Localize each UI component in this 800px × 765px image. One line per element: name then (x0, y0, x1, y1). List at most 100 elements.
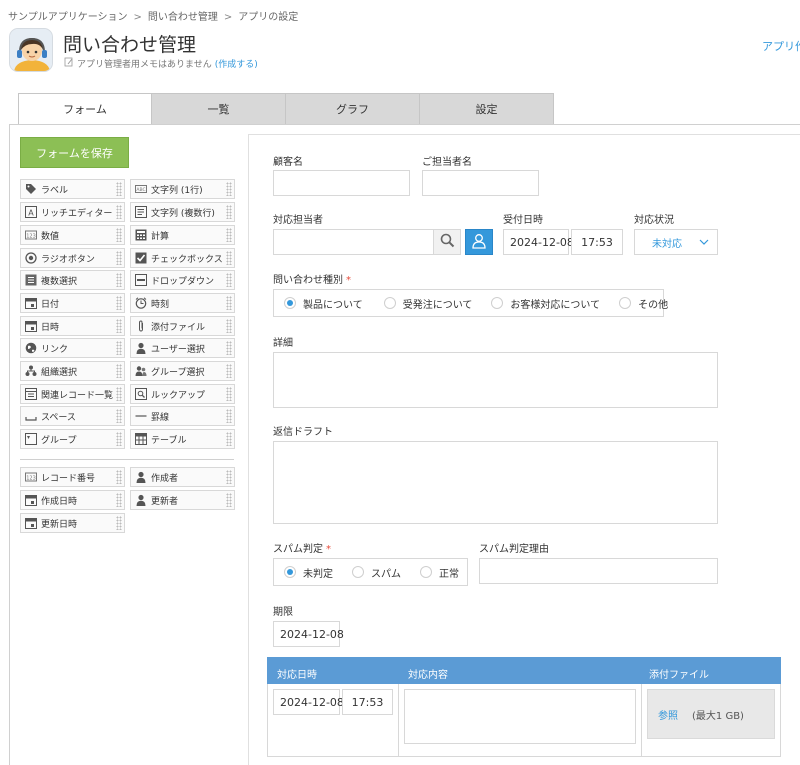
palette-item-creator[interactable]: 作成者 (130, 467, 235, 487)
drag-handle-icon[interactable] (226, 364, 232, 378)
palette-item-attachment[interactable]: 添付ファイル (130, 316, 235, 336)
contact-person-input[interactable] (422, 170, 539, 196)
details-textarea[interactable] (273, 352, 718, 408)
settings-tabs: フォーム 一覧 グラフ 設定 (18, 93, 554, 125)
palette-item-dropdown[interactable]: ドロップダウン (130, 270, 235, 290)
drag-handle-icon[interactable] (116, 364, 122, 378)
palette-item-related-records[interactable]: 関連レコード一覧 (20, 384, 125, 404)
palette-item-record-number[interactable]: 123 レコード番号 (20, 467, 125, 487)
palette-item-text-single[interactable]: ABC 文字列 (1行) (130, 179, 235, 199)
palette-item-time[interactable]: 時刻 (130, 293, 235, 313)
field-label-deadline: 期限 (273, 607, 293, 618)
user-icon (134, 342, 147, 355)
palette-item-number[interactable]: 123 数値 (20, 225, 125, 245)
radio-option-orders[interactable]: 受発注について (383, 296, 472, 311)
tab-list[interactable]: 一覧 (152, 93, 286, 125)
drag-handle-icon[interactable] (116, 432, 122, 446)
received-time-input[interactable]: 17:53 (571, 229, 623, 255)
memo-create-link[interactable]: (作成する) (215, 57, 258, 70)
select-user-button[interactable] (465, 229, 493, 255)
palette-item-org[interactable]: 組織選択 (20, 361, 125, 381)
palette-item-text: 更新者 (151, 496, 179, 507)
palette-item-space[interactable]: スペース (20, 406, 125, 426)
tab-settings[interactable]: 設定 (420, 93, 554, 125)
subtable-time-input[interactable]: 17:53 (342, 689, 393, 715)
drag-handle-icon[interactable] (226, 493, 232, 507)
drag-handle-icon[interactable] (226, 182, 232, 196)
palette-item-link[interactable]: リンク (20, 338, 125, 358)
palette-item-text-multi[interactable]: 文字列 (複数行) (130, 202, 235, 222)
palette-item-table[interactable]: テーブル (130, 429, 235, 449)
assignee-input[interactable] (273, 229, 434, 255)
palette-item-created-at[interactable]: 作成日時 (20, 490, 125, 510)
palette-item-line[interactable]: 罫線 (130, 406, 235, 426)
breadcrumb-item-app-space[interactable]: サンプルアプリケーション (8, 12, 128, 23)
drag-handle-icon[interactable] (226, 432, 232, 446)
drag-handle-icon[interactable] (226, 251, 232, 265)
drag-handle-icon[interactable] (226, 296, 232, 310)
palette-item-updater[interactable]: 更新者 (130, 490, 235, 510)
search-button[interactable] (433, 229, 461, 255)
deadline-input[interactable]: 2024-12-08 (273, 621, 344, 647)
drag-handle-icon[interactable] (226, 319, 232, 333)
drag-handle-icon[interactable] (116, 273, 122, 287)
palette-item-checkbox[interactable]: チェックボックス (130, 248, 235, 268)
palette-item-multi-select[interactable]: 複数選択 (20, 270, 125, 290)
palette-item-user-select[interactable]: ユーザー選択 (130, 338, 235, 358)
palette-item-updated-at[interactable]: 更新日時 (20, 513, 125, 533)
drag-handle-icon[interactable] (116, 228, 122, 242)
tab-graph[interactable]: グラフ (286, 93, 420, 125)
drag-handle-icon[interactable] (226, 228, 232, 242)
drag-handle-icon[interactable] (226, 273, 232, 287)
app-action-link[interactable]: アプリ作 (762, 38, 800, 54)
drag-handle-icon[interactable] (116, 205, 122, 219)
radio-option-normal[interactable]: 正常 (420, 565, 459, 580)
drag-handle-icon[interactable] (226, 470, 232, 484)
radio-selected-icon (284, 297, 296, 309)
drag-handle-icon[interactable] (116, 387, 122, 401)
radio-option-spam[interactable]: スパム (352, 565, 401, 580)
radio-option-undetermined[interactable]: 未判定 (284, 565, 333, 580)
attachment-dropzone[interactable]: 参照 (最大1 GB) (647, 689, 775, 739)
browse-link[interactable]: 参照 (658, 707, 678, 722)
drag-handle-icon[interactable] (226, 387, 232, 401)
customer-name-input[interactable] (273, 170, 410, 196)
user-icon (134, 494, 147, 507)
palette-item-radio[interactable]: ラジオボタン (20, 248, 125, 268)
save-form-button[interactable]: フォームを保存 (20, 137, 129, 168)
drag-handle-icon[interactable] (116, 470, 122, 484)
drag-handle-icon[interactable] (226, 409, 232, 423)
drag-handle-icon[interactable] (226, 205, 232, 219)
drag-handle-icon[interactable] (116, 182, 122, 196)
drag-handle-icon[interactable] (116, 341, 122, 355)
drag-handle-icon[interactable] (116, 319, 122, 333)
subtable-date-input[interactable]: 2024-12-08 (273, 689, 344, 715)
drag-handle-icon[interactable] (116, 409, 122, 423)
breadcrumb-item-app[interactable]: 問い合わせ管理 (148, 12, 218, 23)
field-label-spam-reason: スパム判定理由 (479, 544, 549, 555)
palette-item-rich-editor[interactable]: A リッチエディター (20, 202, 125, 222)
radio-option-other[interactable]: その他 (619, 296, 668, 311)
drag-handle-icon[interactable] (226, 341, 232, 355)
palette-item-calc[interactable]: 計算 (130, 225, 235, 245)
drag-handle-icon[interactable] (116, 296, 122, 310)
received-date-input[interactable]: 2024-12-08 (503, 229, 574, 255)
radio-option-product[interactable]: 製品について (284, 296, 363, 311)
palette-item-group[interactable]: グループ (20, 429, 125, 449)
spam-reason-input[interactable] (479, 558, 718, 584)
palette-item-date[interactable]: 日付 (20, 293, 125, 313)
search-icon (440, 233, 455, 251)
palette-item-label[interactable]: ラベル (20, 179, 125, 199)
clock-icon (134, 297, 147, 310)
reply-draft-textarea[interactable] (273, 441, 718, 524)
palette-item-group-select[interactable]: グループ選択 (130, 361, 235, 381)
drag-handle-icon[interactable] (116, 516, 122, 530)
palette-item-datetime[interactable]: 日時 (20, 316, 125, 336)
palette-item-lookup[interactable]: ルックアップ (130, 384, 235, 404)
status-dropdown[interactable]: 未対応 (634, 229, 718, 255)
radio-option-customer-support[interactable]: お客様対応について (491, 296, 600, 311)
drag-handle-icon[interactable] (116, 251, 122, 265)
subtable-content-textarea[interactable] (404, 689, 636, 744)
drag-handle-icon[interactable] (116, 493, 122, 507)
tab-form[interactable]: フォーム (18, 93, 152, 125)
